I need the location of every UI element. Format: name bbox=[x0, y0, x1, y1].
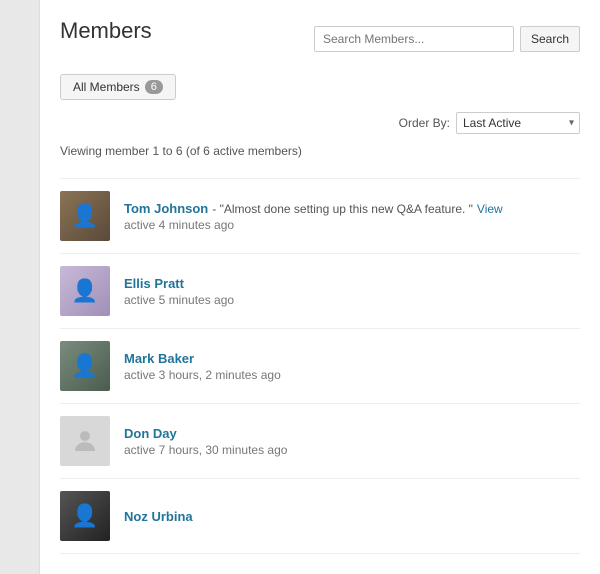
order-bar: Order By: Last ActiveNewest MembersAlpha… bbox=[60, 112, 580, 134]
search-button[interactable]: Search bbox=[520, 26, 580, 52]
person-silhouette-icon bbox=[70, 426, 100, 456]
avatar bbox=[60, 416, 110, 466]
list-item: Mark Baker active 3 hours, 2 minutes ago bbox=[60, 328, 580, 403]
list-item: Tom Johnson - "Almost done setting up th… bbox=[60, 178, 580, 253]
avatar bbox=[60, 266, 110, 316]
member-info: Ellis Pratt active 5 minutes ago bbox=[124, 276, 580, 307]
member-name-line: Tom Johnson - "Almost done setting up th… bbox=[124, 201, 580, 216]
avatar bbox=[60, 191, 110, 241]
top-bar: Members Search bbox=[60, 18, 580, 60]
member-name-line: Don Day bbox=[124, 426, 580, 441]
member-count-badge: 6 bbox=[145, 80, 163, 94]
member-activity: active 4 minutes ago bbox=[124, 218, 580, 232]
member-info: Don Day active 7 hours, 30 minutes ago bbox=[124, 426, 580, 457]
avatar bbox=[60, 341, 110, 391]
member-tagline: - "Almost done setting up this new Q&A f… bbox=[212, 202, 473, 216]
member-name-link[interactable]: Ellis Pratt bbox=[124, 276, 184, 291]
order-by-label: Order By: bbox=[399, 116, 450, 130]
member-info: Mark Baker active 3 hours, 2 minutes ago bbox=[124, 351, 580, 382]
member-activity: active 3 hours, 2 minutes ago bbox=[124, 368, 580, 382]
list-item: Don Day active 7 hours, 30 minutes ago bbox=[60, 403, 580, 478]
page-title: Members bbox=[60, 18, 152, 44]
member-name-link[interactable]: Noz Urbina bbox=[124, 509, 193, 524]
order-select-wrapper: Last ActiveNewest MembersAlphabetical bbox=[456, 112, 580, 134]
member-name-line: Ellis Pratt bbox=[124, 276, 580, 291]
list-item: Ellis Pratt active 5 minutes ago bbox=[60, 253, 580, 328]
all-members-tab[interactable]: All Members 6 bbox=[60, 74, 176, 100]
member-activity: active 7 hours, 30 minutes ago bbox=[124, 443, 580, 457]
member-name-link[interactable]: Mark Baker bbox=[124, 351, 194, 366]
page-wrapper: Members Search All Members 6 Order By: L… bbox=[0, 0, 600, 574]
sidebar bbox=[0, 0, 40, 574]
avatar bbox=[60, 491, 110, 541]
member-name-line: Mark Baker bbox=[124, 351, 580, 366]
member-info: Tom Johnson - "Almost done setting up th… bbox=[124, 201, 580, 232]
filter-bar: All Members 6 bbox=[60, 74, 580, 100]
member-name-link[interactable]: Don Day bbox=[124, 426, 177, 441]
view-link[interactable]: View bbox=[477, 202, 503, 216]
member-info: Noz Urbina bbox=[124, 509, 580, 524]
member-name-link[interactable]: Tom Johnson bbox=[124, 201, 208, 216]
member-list: Tom Johnson - "Almost done setting up th… bbox=[60, 178, 580, 554]
member-name-line: Noz Urbina bbox=[124, 509, 580, 524]
all-members-label: All Members bbox=[73, 80, 140, 94]
list-item: Noz Urbina bbox=[60, 478, 580, 554]
order-by-select[interactable]: Last ActiveNewest MembersAlphabetical bbox=[456, 112, 580, 134]
search-input[interactable] bbox=[314, 26, 514, 52]
viewing-text: Viewing member 1 to 6 (of 6 active membe… bbox=[60, 144, 580, 164]
member-activity: active 5 minutes ago bbox=[124, 293, 580, 307]
main-content: Members Search All Members 6 Order By: L… bbox=[40, 0, 600, 574]
